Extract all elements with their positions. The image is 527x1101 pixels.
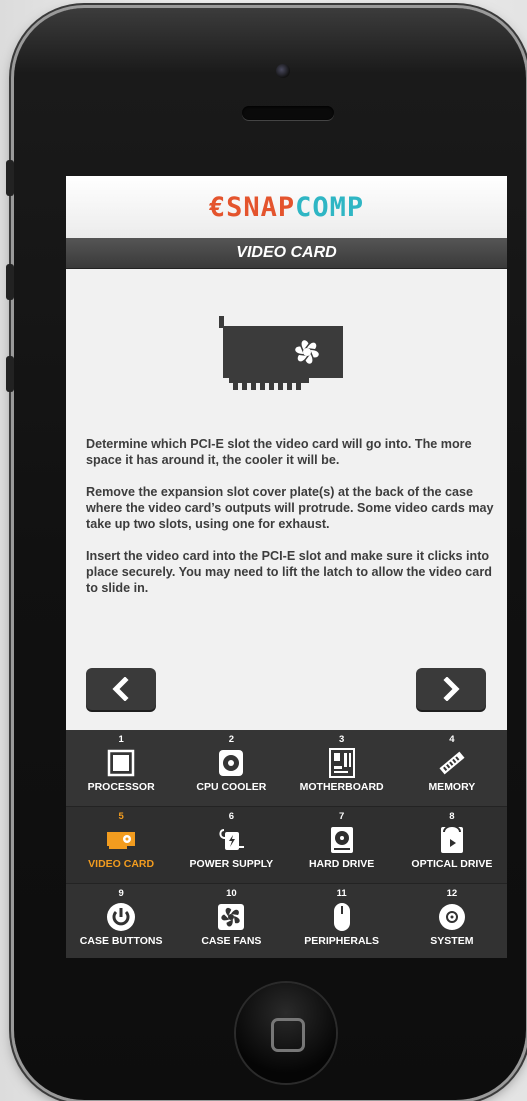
step-hard-drive[interactable]: 7 HARD DRIVE <box>287 807 397 883</box>
header: €SNAPCOMP <box>66 176 507 238</box>
case-fan-icon <box>216 902 246 932</box>
next-button[interactable] <box>416 668 486 710</box>
step-grid: 1 PROCESSOR 2 CPU COOLER 3 MOTHERBOARD 4… <box>66 730 507 958</box>
step-system[interactable]: 12 SYSTEM <box>397 884 507 958</box>
instruction-paragraph: Insert the video card into the PCI-E slo… <box>86 549 492 595</box>
chevron-right-icon <box>443 677 460 701</box>
step-cpu-cooler[interactable]: 2 CPU COOLER <box>176 730 286 806</box>
instructions: Determine which PCI-E slot the video car… <box>86 436 496 612</box>
step-case-fans[interactable]: 10 CASE FANS <box>176 884 286 958</box>
mute-switch <box>6 160 14 196</box>
video-card-icon <box>106 825 136 855</box>
step-motherboard[interactable]: 3 MOTHERBOARD <box>287 730 397 806</box>
volume-down-button <box>6 356 14 392</box>
step-case-buttons[interactable]: 9 CASE BUTTONS <box>66 884 176 958</box>
hard-drive-icon <box>327 825 357 855</box>
step-optical-drive[interactable]: 8 OPTICAL DRIVE <box>397 807 507 883</box>
instruction-paragraph: Remove the expansion slot cover plate(s)… <box>86 485 494 531</box>
phone-frame: €SNAPCOMP VIDEO CARD Determine which PCI… <box>14 8 526 1100</box>
app-logo: €SNAPCOMP <box>208 191 365 223</box>
power-plug-icon <box>216 825 246 855</box>
page-title: VIDEO CARD <box>66 238 507 269</box>
mouse-icon <box>327 902 357 932</box>
camera-icon <box>276 64 290 78</box>
step-video-card[interactable]: 5 VIDEO CARD <box>66 807 176 883</box>
volume-up-button <box>6 264 14 300</box>
step-memory[interactable]: 4 MEMORY <box>397 730 507 806</box>
previous-button[interactable] <box>86 668 156 710</box>
step-power-supply[interactable]: 6 POWER SUPPLY <box>176 807 286 883</box>
optical-drive-icon <box>437 825 467 855</box>
home-button[interactable] <box>236 983 336 1083</box>
home-square-icon <box>271 1018 305 1052</box>
speaker-grille <box>242 106 334 120</box>
video-card-icon <box>219 316 349 396</box>
instruction-paragraph: Determine which PCI-E slot the video car… <box>86 437 472 467</box>
app-screen: €SNAPCOMP VIDEO CARD Determine which PCI… <box>66 176 507 958</box>
power-button-icon <box>106 902 136 932</box>
step-processor[interactable]: 1 PROCESSOR <box>66 730 176 806</box>
memory-icon <box>437 748 467 778</box>
processor-icon <box>106 748 136 778</box>
chevron-left-icon <box>112 677 129 701</box>
step-peripherals[interactable]: 11 PERIPHERALS <box>287 884 397 958</box>
disc-icon <box>437 902 467 932</box>
motherboard-icon <box>327 748 357 778</box>
fan-icon <box>216 748 246 778</box>
